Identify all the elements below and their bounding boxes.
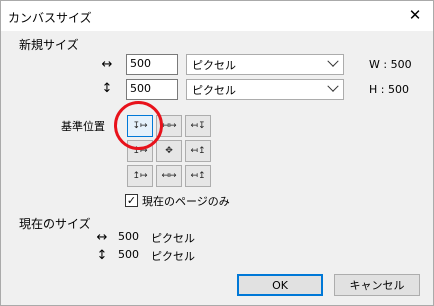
ok-button[interactable]: OK [237,274,323,296]
anchor-top-center[interactable]: ↤↦ [156,115,182,137]
close-icon[interactable]: ✕ [403,4,427,26]
height-arrow-icon: ↕ [101,81,113,96]
new-height-input[interactable]: 500 [126,79,178,100]
title-bar: カンバスサイズ ✕ [1,1,433,31]
new-width-input[interactable]: 500 [126,54,178,75]
anchor-bottom-left[interactable]: ↥↦ [127,165,153,187]
current-size-section-label: 現在のサイズ [19,217,91,231]
height-unit-select[interactable]: ピクセル [186,79,344,100]
canvas-size-dialog: カンバスサイズ ✕ 新規サイズ ↔ 500 ピクセル W : 500 ↕ 500… [0,0,434,306]
cancel-button[interactable]: キャンセル [334,274,420,296]
current-width-arrow-icon: ↔ [96,230,108,245]
anchor-top-right[interactable]: ↤↧ [185,115,211,137]
current-width-unit: ピクセル [151,232,195,245]
current-height-value: 500 [118,248,139,261]
chevron-down-icon [327,80,339,92]
current-height-arrow-icon: ↕ [96,248,108,263]
anchor-middle-right[interactable]: ↤↥ [185,140,211,162]
anchor-grid: ↧↦ ↤↦ ↤↧ ↥↦ ✥ ↤↥ ↥↦ ↤↦ ↤↥ [127,115,211,187]
width-unit-select[interactable]: ピクセル [186,54,344,75]
chevron-down-icon [327,55,339,67]
anchor-top-left[interactable]: ↧↦ [127,115,153,137]
current-height-unit: ピクセル [151,250,195,263]
anchor-bottom-right[interactable]: ↤↥ [185,165,211,187]
current-page-only-label: 現在のページのみ [142,195,230,208]
current-width-value: 500 [118,230,139,243]
anchor-middle-left[interactable]: ↥↦ [127,140,153,162]
anchor-label: 基準位置 [61,120,105,133]
width-unit-value: ピクセル [192,59,236,72]
width-readout: W : 500 [369,58,412,71]
width-arrow-icon: ↔ [101,57,113,72]
current-page-only-checkbox[interactable]: ✓ [125,194,138,207]
new-size-section-label: 新規サイズ [19,38,79,52]
dialog-title: カンバスサイズ [8,11,92,25]
height-unit-value: ピクセル [192,84,236,97]
anchor-bottom-center[interactable]: ↤↦ [156,165,182,187]
height-readout: H : 500 [369,83,409,96]
anchor-center[interactable]: ✥ [156,140,182,162]
